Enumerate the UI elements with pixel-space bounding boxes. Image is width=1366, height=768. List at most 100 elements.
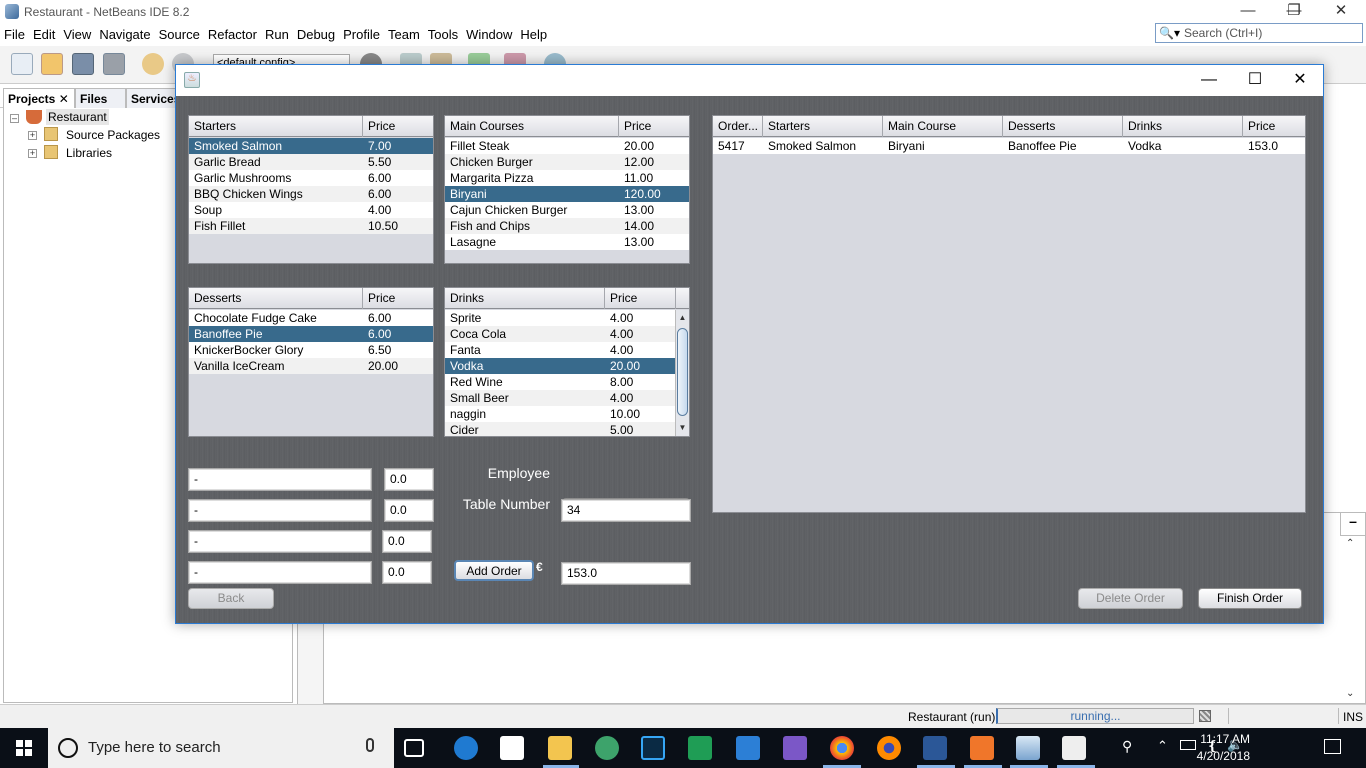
table-row[interactable]: Margarita Pizza 11.00 — [445, 170, 689, 186]
column-header[interactable]: Drinks — [1123, 116, 1243, 137]
table-number-field[interactable]: 34 — [561, 499, 691, 522]
drinks-scrollbar[interactable]: ▲ ▼ — [675, 310, 689, 436]
expand-icon[interactable]: + — [28, 131, 37, 140]
table-row[interactable]: Lasagne 13.00 — [445, 234, 689, 250]
open-project-icon[interactable] — [72, 53, 94, 75]
menu-tools[interactable]: Tools — [424, 24, 462, 42]
tree-root-restaurant[interactable]: Restaurant — [46, 109, 109, 125]
menu-profile[interactable]: Profile — [339, 24, 384, 42]
firefox-icon[interactable] — [877, 736, 901, 760]
save-all-icon[interactable] — [103, 53, 125, 75]
menu-navigate[interactable]: Navigate — [95, 24, 154, 42]
visual-studio-icon[interactable] — [783, 736, 807, 760]
desserts-table[interactable]: Desserts Price Chocolate Fudge Cake 6.00 B… — [188, 287, 434, 437]
item-name-field-4[interactable]: - — [188, 561, 372, 584]
item-price-field-1[interactable]: 0.0 — [384, 468, 434, 491]
table-row[interactable]: Chocolate Fudge Cake 6.00 — [189, 310, 433, 326]
table-row[interactable]: Red Wine 8.00 — [445, 374, 675, 390]
table-row[interactable]: Fish and Chips 14.00 — [445, 218, 689, 234]
table-row[interactable]: Smoked Salmon 7.00 — [189, 138, 433, 154]
back-button[interactable]: Back — [188, 588, 274, 609]
table-row[interactable]: Sprite 4.00 — [445, 310, 675, 326]
column-header[interactable]: Main Courses — [445, 116, 619, 137]
app-close-button[interactable]: ✕ — [1277, 65, 1323, 96]
scroll-up-arrow-icon[interactable]: ▲ — [676, 312, 689, 324]
scrollbar-thumb[interactable] — [677, 328, 688, 416]
collapse-icon[interactable]: – — [10, 114, 19, 123]
column-header[interactable]: Price — [619, 116, 689, 137]
ide-restore-button[interactable]: ❐ — [1271, 0, 1317, 24]
table-row[interactable]: Fanta 4.00 — [445, 342, 675, 358]
people-icon[interactable]: ⚲ — [1122, 738, 1132, 755]
item-name-field-3[interactable]: - — [188, 530, 372, 553]
finish-order-button[interactable]: Finish Order — [1198, 588, 1302, 609]
table-row[interactable]: naggin 10.00 — [445, 406, 675, 422]
item-name-field-2[interactable]: - — [188, 499, 372, 522]
table-row[interactable]: Chicken Burger 12.00 — [445, 154, 689, 170]
table-row[interactable]: Soup 4.00 — [189, 202, 433, 218]
add-order-button[interactable]: Add Order — [454, 560, 534, 581]
table-row[interactable]: Banoffee Pie 6.00 — [189, 326, 433, 342]
scroll-down-arrow-icon[interactable]: ▼ — [676, 422, 689, 434]
photoshop-icon[interactable] — [641, 736, 665, 760]
drinks-table[interactable]: Drinks Price Sprite 4.00 Coca Cola 4.00 Fant… — [444, 287, 690, 437]
orders-table[interactable]: Order... Starters Main Course Desserts D… — [712, 115, 1306, 513]
table-row[interactable]: BBQ Chicken Wings 6.00 — [189, 186, 433, 202]
starters-table[interactable]: Starters Price Smoked Salmon 7.00 Garlic B… — [188, 115, 434, 264]
java-taskbar-icon[interactable] — [1062, 736, 1086, 760]
column-header[interactable]: Desserts — [189, 288, 363, 309]
ide-search-input[interactable]: 🔍▾ Search (Ctrl+I) — [1155, 23, 1363, 43]
menu-help[interactable]: Help — [516, 24, 551, 42]
column-header[interactable]: Main Course — [883, 116, 1003, 137]
menu-window[interactable]: Window — [462, 24, 516, 42]
table-row[interactable]: Cider 5.00 — [445, 422, 675, 436]
action-center-icon[interactable] — [1324, 739, 1341, 754]
tab-projects[interactable]: Projects ✕ — [3, 88, 75, 108]
taskbar-search[interactable]: Type here to search — [48, 728, 394, 768]
task-view-icon[interactable] — [404, 739, 424, 757]
table-row[interactable]: Vanilla IceCream 20.00 — [189, 358, 433, 374]
ide-minimize-button[interactable]: — — [1225, 0, 1271, 24]
scroll-up-icon[interactable]: ⌃ — [1346, 538, 1354, 549]
total-price-field[interactable]: 153.0 — [561, 562, 691, 585]
scroll-down-icon[interactable]: ⌄ — [1346, 688, 1354, 699]
main-courses-table[interactable]: Main Courses Price Fillet Steak 20.00 Chic… — [444, 115, 690, 264]
item-price-field-4[interactable]: 0.0 — [382, 561, 432, 584]
ide-close-button[interactable]: ✕ — [1318, 0, 1364, 24]
item-price-field-2[interactable]: 0.0 — [384, 499, 434, 522]
word-icon[interactable] — [923, 736, 947, 760]
menu-run[interactable]: Run — [261, 24, 293, 42]
column-header[interactable]: Price — [605, 288, 676, 309]
table-row[interactable]: Fillet Steak 20.00 — [445, 138, 689, 154]
new-project-icon[interactable] — [41, 53, 63, 75]
menu-refactor[interactable]: Refactor — [204, 24, 261, 42]
item-name-field-1[interactable]: - — [188, 468, 372, 491]
menu-source[interactable]: Source — [155, 24, 204, 42]
item-price-field-3[interactable]: 0.0 — [382, 530, 432, 553]
table-row[interactable]: KnickerBocker Glory 6.50 — [189, 342, 433, 358]
table-row[interactable]: Vodka 20.00 — [445, 358, 675, 374]
app-maximize-button[interactable]: ☐ — [1232, 65, 1278, 96]
vscode-icon[interactable] — [736, 736, 760, 760]
delete-order-button[interactable]: Delete Order — [1078, 588, 1183, 609]
menu-edit[interactable]: Edit — [29, 24, 59, 42]
chrome-icon[interactable] — [830, 736, 854, 760]
close-icon[interactable]: ✕ — [59, 92, 69, 106]
app-minimize-button[interactable]: — — [1186, 65, 1232, 96]
table-row[interactable]: Garlic Mushrooms 6.00 — [189, 170, 433, 186]
column-header[interactable]: Order... — [713, 116, 763, 137]
file-explorer-icon[interactable] — [548, 736, 572, 760]
new-file-icon[interactable] — [11, 53, 33, 75]
column-header[interactable]: Starters — [189, 116, 363, 137]
table-row[interactable]: Biryani 120.00 — [445, 186, 689, 202]
microphone-icon[interactable] — [366, 738, 374, 752]
table-row[interactable]: Coca Cola 4.00 — [445, 326, 675, 342]
column-header[interactable]: Drinks — [445, 288, 605, 309]
pycharm-icon[interactable] — [688, 736, 712, 760]
tree-item-source-packages[interactable]: Source Packages — [66, 128, 160, 142]
undo-icon[interactable] — [142, 53, 164, 75]
store-icon[interactable] — [500, 736, 524, 760]
menu-view[interactable]: View — [59, 24, 95, 42]
edge-icon[interactable] — [454, 736, 478, 760]
windows-start-icon[interactable] — [16, 740, 32, 756]
